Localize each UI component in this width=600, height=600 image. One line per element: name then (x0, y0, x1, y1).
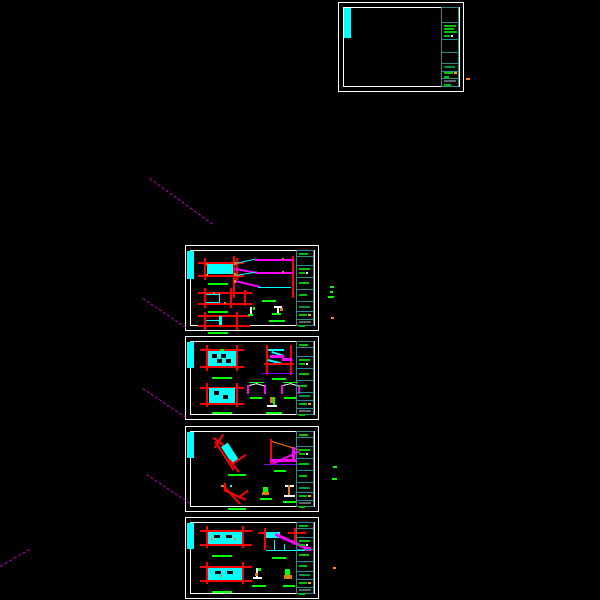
leader-to-sheet-1 (149, 178, 214, 225)
title-block (296, 250, 314, 327)
sheet-tab-icon[interactable] (187, 432, 194, 458)
sheet-tab-icon[interactable] (187, 251, 194, 279)
cad-canvas[interactable] (0, 0, 600, 600)
detail-label (228, 474, 246, 476)
drawing-sheet-title[interactable] (338, 2, 464, 92)
detail-callout-f (332, 478, 337, 480)
detail-label (283, 501, 297, 503)
leader-to-sheet-3 (142, 388, 187, 418)
detail-label (272, 557, 286, 559)
drawing-sheet-2[interactable] (185, 336, 319, 420)
detail-label (208, 283, 228, 285)
detail-label (274, 470, 286, 472)
detail-label (212, 377, 232, 379)
detail-label (272, 378, 286, 380)
drawing-sheet-3[interactable] (185, 426, 319, 512)
detail-label (208, 332, 228, 334)
title-block (296, 522, 314, 595)
leader-to-sheet-2 (142, 298, 187, 328)
detail-label (228, 508, 246, 510)
detail-label (212, 591, 232, 593)
sheet-tab-icon[interactable] (344, 8, 351, 38)
sheet-tab-icon[interactable] (187, 342, 194, 368)
detail-label (262, 300, 276, 302)
title-block (296, 341, 314, 416)
detail-label (266, 412, 282, 414)
drawing-sheet-4[interactable] (185, 517, 319, 599)
detail-label (283, 585, 295, 587)
detail-label (208, 311, 228, 313)
title-block (441, 7, 459, 87)
detail-callout-e (333, 466, 337, 468)
detail-callout-h (466, 78, 470, 80)
title-block (296, 431, 314, 508)
drawing-sheet-1[interactable] (185, 245, 319, 334)
detail-label (250, 397, 262, 399)
detail-callout-c (328, 296, 334, 298)
detail-callout-d (331, 317, 334, 319)
detail-callout-a (330, 286, 334, 288)
leader-bottom-left (0, 549, 30, 567)
detail-label (212, 412, 232, 414)
sheet-tab-icon[interactable] (187, 523, 194, 549)
detail-label (260, 498, 272, 500)
detail-callout-g (333, 567, 336, 569)
detail-callout-b (330, 291, 333, 293)
leader-to-sheet-4 (146, 474, 191, 504)
detail-label (252, 585, 266, 587)
detail-label (269, 320, 285, 322)
detail-label (212, 555, 232, 557)
detail-label (284, 397, 296, 399)
